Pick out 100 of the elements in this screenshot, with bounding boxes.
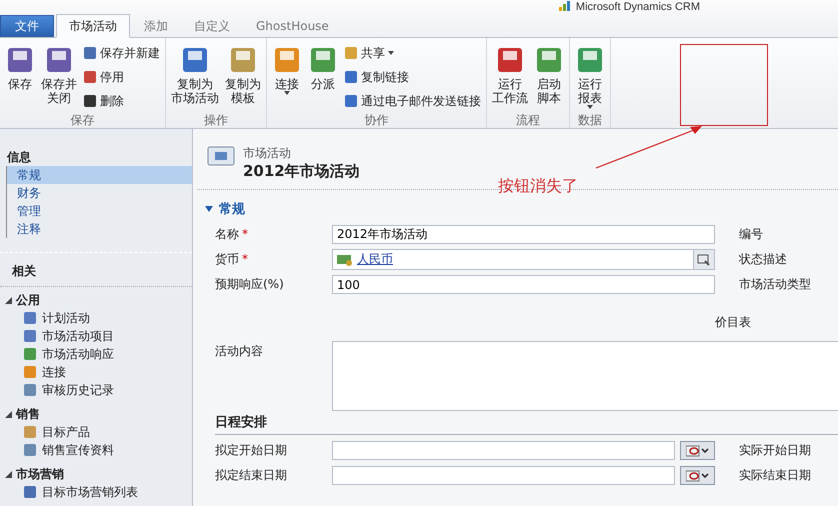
lookup-field[interactable]: 人民币 bbox=[332, 249, 715, 270]
record-title: 2012年市场活动 bbox=[243, 162, 360, 181]
sidebar-link[interactable]: 计划活动 bbox=[0, 309, 192, 327]
item-icon bbox=[23, 443, 37, 457]
expand-icon bbox=[5, 410, 12, 418]
group-label: 保存 bbox=[70, 112, 96, 128]
field-label: 预期响应(%) bbox=[215, 277, 284, 291]
ribbon-tab[interactable]: 自定义 bbox=[182, 15, 242, 37]
section-heading: 日程安排 bbox=[215, 413, 838, 435]
date-field[interactable] bbox=[332, 466, 675, 485]
group-header[interactable]: 市场营销 bbox=[0, 465, 192, 483]
ribbon-icon bbox=[83, 46, 97, 60]
lookup-button[interactable] bbox=[693, 250, 714, 269]
ribbon-icon bbox=[272, 45, 302, 75]
sidebar-heading: 信息 bbox=[6, 149, 32, 166]
sidebar-link[interactable]: 连接 bbox=[0, 363, 192, 381]
item-icon bbox=[23, 425, 37, 439]
sidebar-link[interactable]: 市场活动响应 bbox=[0, 345, 192, 363]
ribbon-tab[interactable]: 市场活动 bbox=[56, 14, 130, 38]
calendar-icon bbox=[686, 470, 710, 482]
ribbon-button[interactable]: 连接 bbox=[270, 42, 304, 112]
input-field[interactable]: 100 bbox=[332, 275, 715, 294]
ribbon-tab[interactable]: 文件 bbox=[0, 15, 54, 37]
search-icon bbox=[697, 254, 711, 266]
field-label: 实际开始日期 bbox=[739, 442, 811, 459]
ribbon-button[interactable]: 停用 bbox=[81, 66, 162, 88]
group-header[interactable]: 公用 bbox=[0, 291, 192, 309]
input-field[interactable]: 2012年市场活动 bbox=[332, 225, 715, 244]
lookup-link[interactable]: 人民币 bbox=[357, 251, 393, 268]
sidebar-link[interactable]: 审核历史记录 bbox=[0, 381, 192, 399]
group-header[interactable]: 销售 bbox=[0, 405, 192, 423]
ribbon-icon bbox=[344, 94, 358, 108]
field-label: 活动内容 bbox=[214, 343, 264, 360]
ribbon-tab[interactable]: GhostHouse bbox=[244, 15, 341, 37]
item-icon bbox=[23, 311, 37, 325]
ribbon-icon bbox=[5, 45, 35, 75]
field-label: 拟定结束日期 bbox=[214, 467, 288, 484]
sidebar-heading: 相关 bbox=[0, 252, 192, 287]
logo-icon bbox=[558, 1, 573, 11]
ribbon-tab[interactable]: 添加 bbox=[132, 15, 180, 37]
field-label: 拟定开始日期 bbox=[214, 442, 288, 459]
annotation-text: 按钮消失了 bbox=[498, 176, 578, 197]
calendar-icon bbox=[686, 444, 710, 456]
field-label: 价目表 bbox=[715, 314, 751, 331]
group-label: 协作 bbox=[364, 112, 390, 128]
required-mark: * bbox=[242, 252, 248, 266]
ribbon-button[interactable]: 复制为 市场活动 bbox=[169, 42, 221, 112]
entity-type: 市场活动 bbox=[243, 145, 292, 162]
group-label: 流程 bbox=[515, 112, 541, 128]
sidebar-link[interactable]: 市场活动项目 bbox=[0, 327, 192, 345]
item-icon bbox=[23, 485, 37, 499]
item-icon bbox=[23, 365, 37, 379]
group-label: 数据 bbox=[577, 112, 603, 128]
ribbon-button[interactable]: 运行 工作流 bbox=[490, 42, 530, 112]
sidebar-item[interactable]: 管理 bbox=[7, 202, 192, 220]
field-label: 编号 bbox=[739, 226, 763, 243]
ribbon-button[interactable]: 删除 bbox=[81, 90, 162, 112]
brand-name: Microsoft Dynamics CRM bbox=[576, 1, 700, 13]
sidebar-item[interactable]: 注释 bbox=[7, 220, 192, 238]
ribbon-button[interactable]: 复制为 模板 bbox=[223, 42, 263, 112]
ribbon-icon bbox=[575, 45, 605, 75]
ribbon-icon bbox=[534, 45, 564, 75]
ribbon-button[interactable]: 分派 bbox=[306, 42, 340, 112]
ribbon-button[interactable]: 通过电子邮件发送链接 bbox=[342, 90, 483, 112]
ribbon-button[interactable]: 保存并 关闭 bbox=[39, 42, 79, 112]
expand-icon bbox=[205, 206, 213, 212]
item-icon bbox=[23, 329, 37, 343]
sidebar-link[interactable]: 目标产品 bbox=[0, 423, 192, 441]
sidebar-link[interactable]: 销售宣传资料 bbox=[0, 441, 192, 459]
expand-icon bbox=[5, 470, 12, 478]
date-field[interactable] bbox=[332, 441, 675, 460]
ribbon-button[interactable]: 保存并新建 bbox=[81, 42, 162, 64]
field-label: 市场活动类型 bbox=[739, 276, 811, 293]
ribbon-button[interactable]: 启动 脚本 bbox=[532, 42, 566, 112]
field-label: 实际结束日期 bbox=[739, 467, 811, 484]
ribbon-icon bbox=[344, 70, 358, 84]
ribbon-button[interactable]: 复制链接 bbox=[342, 66, 483, 88]
ribbon-icon bbox=[180, 45, 210, 75]
sidebar-link[interactable]: 目标市场营销列表 bbox=[0, 483, 192, 501]
required-mark: * bbox=[242, 227, 248, 241]
calendar-button[interactable] bbox=[680, 466, 715, 485]
sidebar-item[interactable]: 常规 bbox=[7, 166, 192, 184]
ribbon-icon bbox=[495, 45, 525, 75]
ribbon-icon bbox=[308, 45, 338, 75]
calendar-button[interactable] bbox=[680, 441, 715, 460]
ribbon-button[interactable]: 运行 报表 bbox=[573, 42, 607, 112]
ribbon-icon bbox=[344, 46, 358, 60]
group-label: 操作 bbox=[203, 112, 229, 128]
field-label: 名称 bbox=[215, 227, 239, 241]
ribbon-icon bbox=[44, 45, 74, 75]
ribbon-icon bbox=[228, 45, 258, 75]
ribbon-icon bbox=[83, 94, 97, 108]
expand-icon bbox=[5, 296, 12, 304]
sidebar-item[interactable]: 财务 bbox=[7, 184, 192, 202]
money-icon bbox=[337, 254, 353, 266]
item-icon bbox=[23, 383, 37, 397]
ribbon-button[interactable]: 保存 bbox=[3, 42, 37, 112]
field-label: 货币 bbox=[215, 252, 239, 266]
ribbon-icon bbox=[83, 70, 97, 84]
ribbon-button[interactable]: 共享 bbox=[342, 42, 483, 64]
